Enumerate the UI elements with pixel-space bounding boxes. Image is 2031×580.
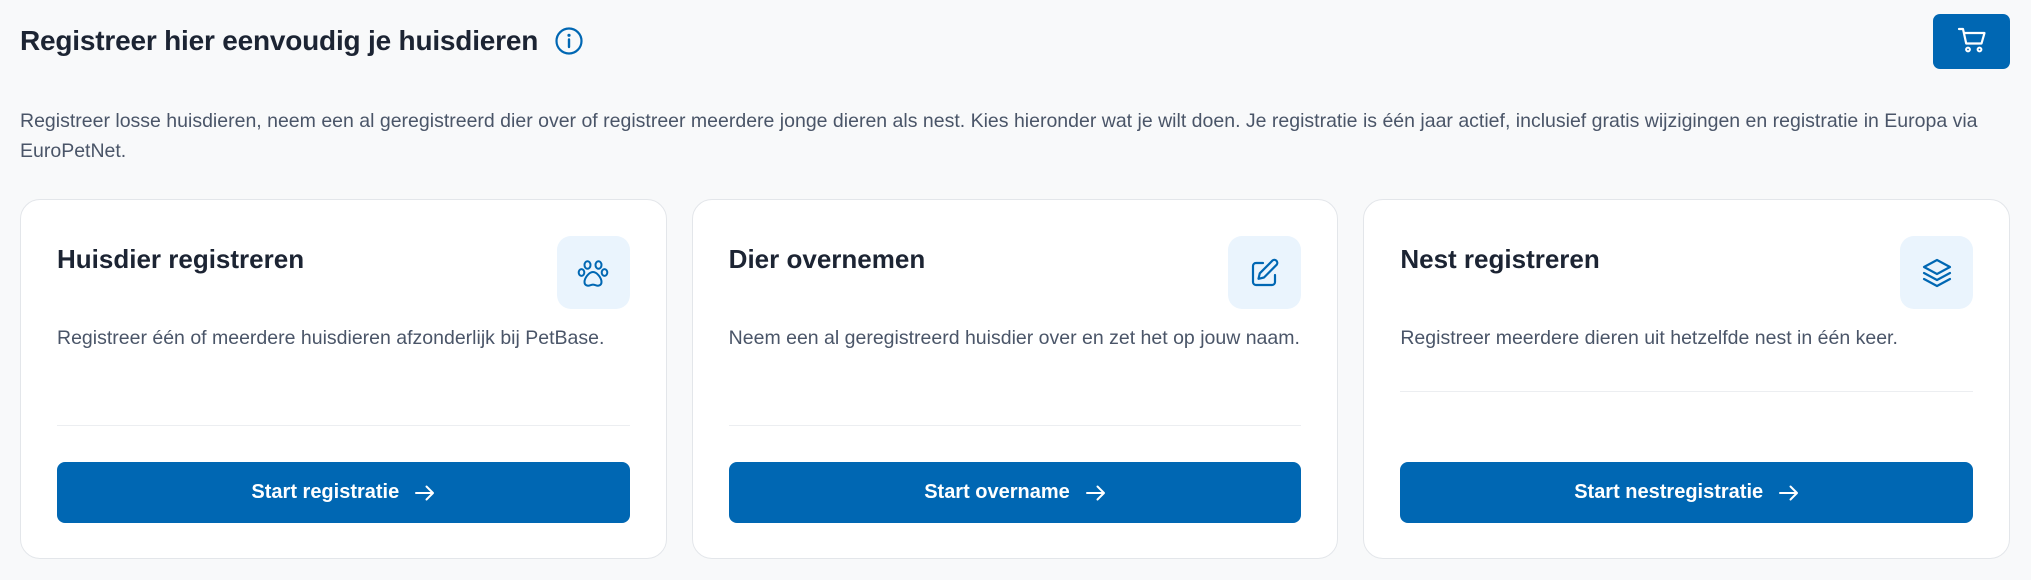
shopping-cart-icon — [1957, 26, 1987, 57]
option-cards: Huisdier registreren Registreer één of m… — [20, 199, 2011, 559]
card-description: Registreer één of meerdere huisdieren af… — [57, 327, 605, 349]
card-header: Nest registreren — [1400, 236, 1974, 309]
card-divider — [728, 425, 1302, 426]
card-divider — [57, 425, 630, 426]
arrow-right-icon — [1779, 485, 1799, 501]
card-title: Dier overnemen — [728, 244, 926, 274]
card-description: Neem een al geregistreerd huisdier over … — [728, 327, 1300, 349]
info-icon[interactable] — [554, 26, 584, 56]
title-group: Registreer hier eenvoudig je huisdieren — [20, 25, 584, 57]
button-label: Start overname — [924, 481, 1070, 503]
start-litter-registration-button[interactable]: Start nestregistratie — [1400, 462, 1974, 523]
card-header: Huisdier registreren — [57, 236, 630, 309]
cart-button[interactable] — [1933, 13, 2010, 69]
card-description: Registreer meerdere dieren uit hetzelfde… — [1400, 327, 1898, 349]
card-register-pet: Huisdier registreren Registreer één of m… — [20, 199, 667, 559]
card-transfer-pet: Dier overnemen Neem een al geregistreerd… — [691, 199, 1339, 559]
button-label: Start registratie — [251, 481, 400, 503]
layers-icon — [1900, 236, 1974, 309]
arrow-right-icon — [415, 485, 435, 501]
paw-icon — [556, 236, 630, 309]
card-title: Nest registreren — [1400, 244, 1600, 274]
start-registration-button[interactable]: Start registratie — [57, 462, 630, 523]
card-register-litter: Nest registreren Registreer meerdere die… — [1363, 199, 2011, 559]
card-header: Dier overnemen — [729, 236, 1302, 309]
arrow-right-icon — [1085, 485, 1106, 501]
card-divider — [1400, 391, 1974, 392]
page-title: Registreer hier eenvoudig je huisdieren — [20, 25, 539, 56]
page-header: Registreer hier eenvoudig je huisdieren — [20, 13, 2010, 69]
edit-icon — [1228, 236, 1302, 309]
start-transfer-button[interactable]: Start overname — [728, 462, 1302, 523]
card-title: Huisdier registreren — [57, 244, 305, 274]
intro-text: Registreer losse huisdieren, neem een al… — [20, 110, 1978, 162]
page: Registreer hier eenvoudig je huisdieren … — [0, 0, 2031, 580]
button-label: Start nestregistratie — [1574, 481, 1764, 503]
